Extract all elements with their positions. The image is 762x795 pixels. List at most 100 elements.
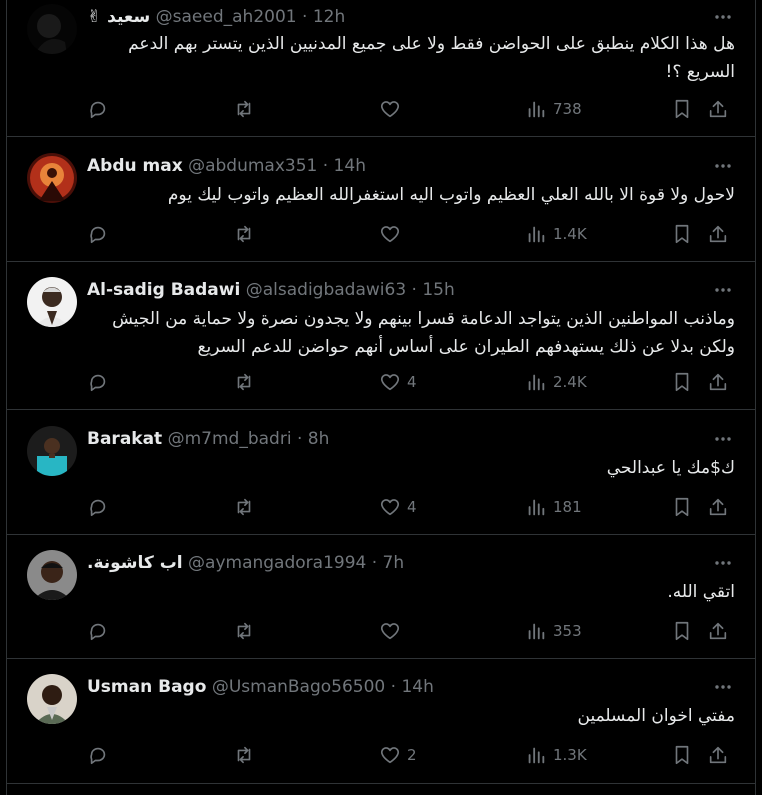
bookmark-icon — [675, 745, 689, 765]
tweet-header: اب كاشونة. @aymangadora1994 · 7h — [87, 552, 404, 574]
more-icon[interactable] — [713, 280, 733, 300]
more-icon[interactable] — [713, 677, 733, 697]
reply-button[interactable] — [87, 97, 109, 121]
reply-button[interactable] — [87, 222, 109, 246]
reply-icon — [90, 623, 106, 641]
display-name[interactable]: Usman Bago — [87, 677, 206, 697]
like-icon — [380, 101, 400, 118]
tweet-header: Abdu max @abdumax351 · 14h — [87, 155, 366, 177]
bookmark-button[interactable] — [671, 222, 693, 246]
like-icon — [380, 499, 400, 516]
handle[interactable]: @aymangadora1994 — [188, 553, 366, 573]
display-name[interactable]: Barakat — [87, 429, 162, 449]
tweet-header: Usman Bago @UsmanBago56500 · 14h — [87, 676, 434, 698]
view-count: 738 — [553, 100, 582, 118]
like-count: 4 — [407, 498, 417, 516]
like-button[interactable] — [379, 619, 407, 643]
tweet[interactable]: Al-sadig Badawi @alsadigbadawi63 · 15h و… — [7, 262, 755, 410]
display-name[interactable]: Al-sadig Badawi — [87, 280, 240, 300]
bookmark-button[interactable] — [671, 619, 693, 643]
retweet-button[interactable] — [233, 370, 255, 394]
views-button[interactable]: 353 — [525, 619, 582, 643]
share-button[interactable] — [707, 619, 729, 643]
avatar[interactable] — [27, 426, 77, 476]
like-count: 4 — [407, 373, 417, 391]
tweet[interactable]: سعيد ✌ @saeed_ah2001 · 12h هل هذا الكلام… — [7, 0, 755, 137]
reply-button[interactable] — [87, 619, 109, 643]
more-icon[interactable] — [713, 553, 733, 573]
share-button[interactable] — [707, 222, 729, 246]
share-icon — [709, 746, 727, 764]
share-button[interactable] — [707, 370, 729, 394]
avatar[interactable] — [27, 4, 77, 54]
share-button[interactable] — [707, 495, 729, 519]
handle[interactable]: @abdumax351 — [188, 156, 317, 176]
tweet[interactable]: Usman Bago @UsmanBago56500 · 14h مفتي اخ… — [7, 659, 755, 784]
bookmark-button[interactable] — [671, 743, 693, 767]
share-button[interactable] — [707, 97, 729, 121]
reply-button[interactable] — [87, 743, 109, 767]
like-button[interactable]: 4 — [379, 495, 417, 519]
avatar[interactable] — [27, 550, 77, 600]
more-icon[interactable] — [713, 7, 733, 27]
display-name[interactable]: سعيد ✌ — [87, 7, 150, 27]
reply-icon — [90, 101, 106, 119]
like-button[interactable]: 2 — [379, 743, 417, 767]
tweet-text: لاحول ولا قوة الا بالله العلي العظيم وات… — [167, 185, 735, 205]
reply-button[interactable] — [87, 495, 109, 519]
handle[interactable]: @m7md_badri — [168, 429, 292, 449]
reply-icon — [90, 499, 106, 517]
timestamp[interactable]: · 12h — [302, 7, 345, 27]
action-bar: 738 — [87, 97, 735, 121]
timestamp[interactable]: · 14h — [323, 156, 366, 176]
tweet[interactable]: Abdu max @abdumax351 · 14h لاحول ولا قوة… — [7, 137, 755, 262]
retweet-button[interactable] — [233, 619, 255, 643]
share-button[interactable] — [707, 743, 729, 767]
views-button[interactable]: 2.4K — [525, 370, 587, 394]
bookmark-button[interactable] — [671, 97, 693, 121]
retweet-button[interactable] — [233, 222, 255, 246]
like-icon — [380, 747, 400, 764]
handle[interactable]: @UsmanBago56500 — [212, 677, 385, 697]
tweet[interactable]: Barakat @m7md_badri · 8h ك$مك يا عبدالحي… — [7, 410, 755, 535]
like-button[interactable] — [379, 97, 407, 121]
tweet-text: اتقي الله. — [667, 582, 735, 602]
avatar[interactable] — [27, 153, 77, 203]
like-icon — [380, 374, 400, 391]
more-icon[interactable] — [713, 429, 733, 449]
handle[interactable]: @saeed_ah2001 — [156, 7, 297, 27]
views-button[interactable]: 1.4K — [525, 222, 587, 246]
retweet-icon — [237, 746, 251, 764]
views-icon — [528, 499, 545, 516]
reply-icon — [90, 747, 106, 765]
reply-button[interactable] — [87, 370, 109, 394]
timestamp[interactable]: · 15h — [412, 280, 455, 300]
bookmark-button[interactable] — [671, 495, 693, 519]
avatar[interactable] — [27, 277, 77, 327]
views-button[interactable]: 181 — [525, 495, 582, 519]
retweet-button[interactable] — [233, 495, 255, 519]
like-button[interactable] — [379, 222, 407, 246]
views-button[interactable]: 1.3K — [525, 743, 587, 767]
retweet-button[interactable] — [233, 97, 255, 121]
avatar[interactable] — [27, 674, 77, 724]
bookmark-button[interactable] — [671, 370, 693, 394]
bookmark-icon — [675, 99, 689, 119]
retweet-button[interactable] — [233, 743, 255, 767]
timestamp[interactable]: · 14h — [391, 677, 434, 697]
timestamp[interactable]: · 8h — [297, 429, 329, 449]
display-name[interactable]: Abdu max — [87, 156, 183, 176]
tweet-text: هل هذا الكلام ينطبق على الحواضن فقط ولا … — [128, 34, 735, 82]
retweet-icon — [237, 498, 251, 516]
views-icon — [528, 747, 545, 764]
views-icon — [528, 101, 545, 118]
timestamp[interactable]: · 7h — [372, 553, 404, 573]
display-name[interactable]: اب كاشونة. — [87, 553, 183, 573]
handle[interactable]: @alsadigbadawi63 — [246, 280, 406, 300]
more-icon[interactable] — [713, 156, 733, 176]
like-button[interactable]: 4 — [379, 370, 417, 394]
tweet-text: وماذنب المواطنين الذين يتواجد الدعامة قس… — [112, 309, 735, 357]
views-button[interactable]: 738 — [525, 97, 582, 121]
view-count: 353 — [553, 622, 582, 640]
tweet[interactable]: اب كاشونة. @aymangadora1994 · 7h اتقي ال… — [7, 535, 755, 659]
